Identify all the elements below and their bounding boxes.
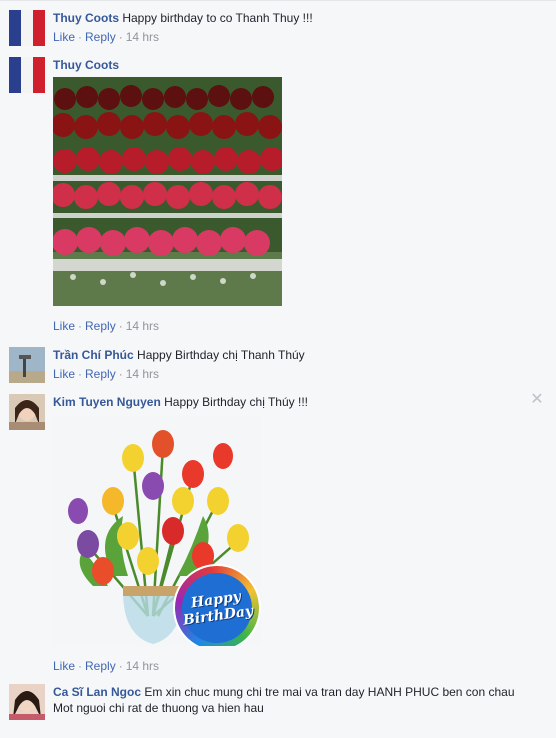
comment-text: Happy Birthday chị Thanh Thúy — [137, 348, 305, 362]
like-link[interactable]: Like — [53, 367, 75, 381]
separator: · — [118, 319, 123, 333]
comment-actions: Like · Reply · 14 hrs — [53, 658, 549, 674]
comment-actions: Like · Reply · 14 hrs — [53, 29, 549, 45]
timestamp[interactable]: 14 hrs — [126, 30, 159, 44]
timestamp[interactable]: 14 hrs — [126, 659, 159, 673]
avatar[interactable] — [9, 684, 45, 720]
reply-link[interactable]: Reply — [85, 30, 116, 44]
separator: · — [118, 659, 123, 673]
avatar[interactable] — [9, 57, 45, 93]
separator: · — [78, 319, 83, 333]
avatar[interactable] — [9, 394, 45, 430]
reply-link[interactable]: Reply — [85, 367, 116, 381]
like-link[interactable]: Like — [53, 659, 75, 673]
reply-link[interactable]: Reply — [85, 659, 116, 673]
comment-author[interactable]: Thuy Coots — [53, 58, 119, 72]
like-link[interactable]: Like — [53, 30, 75, 44]
separator: · — [78, 367, 83, 381]
comment-author[interactable]: Thuy Coots — [53, 11, 119, 25]
separator: · — [118, 367, 123, 381]
top-divider — [0, 0, 556, 1]
comment-actions: Like · Reply · 14 hrs — [53, 318, 549, 334]
comment-text: Happy Birthday chị Thúy !!! — [164, 395, 308, 409]
separator: · — [118, 30, 123, 44]
red-roses-photo[interactable] — [53, 77, 282, 306]
timestamp[interactable]: 14 hrs — [126, 319, 159, 333]
reply-link[interactable]: Reply — [85, 319, 116, 333]
comment-actions: Like · Reply · 14 hrs — [53, 366, 549, 382]
separator: · — [78, 30, 83, 44]
close-icon[interactable]: ✕ — [530, 392, 544, 408]
timestamp[interactable]: 14 hrs — [126, 367, 159, 381]
comment-text: Happy birthday to co Thanh Thuy !!! — [122, 11, 313, 25]
separator: · — [78, 659, 83, 673]
comment-author[interactable]: Ca Sĩ Lan Ngoc — [53, 685, 141, 699]
like-link[interactable]: Like — [53, 319, 75, 333]
comment-author[interactable]: Kim Tuyen Nguyen — [53, 395, 161, 409]
comment-text-line2: Mot nguoi chi rat de thuong va hien hau — [53, 701, 264, 715]
comment-author[interactable]: Trần Chí Phúc — [53, 348, 134, 362]
avatar[interactable] — [9, 10, 45, 46]
tulip-bouquet-photo[interactable]: Happy BirthDay — [53, 416, 262, 646]
avatar[interactable] — [9, 347, 45, 383]
comment-text: Em xin chuc mung chi tre mai va tran day… — [144, 685, 515, 699]
